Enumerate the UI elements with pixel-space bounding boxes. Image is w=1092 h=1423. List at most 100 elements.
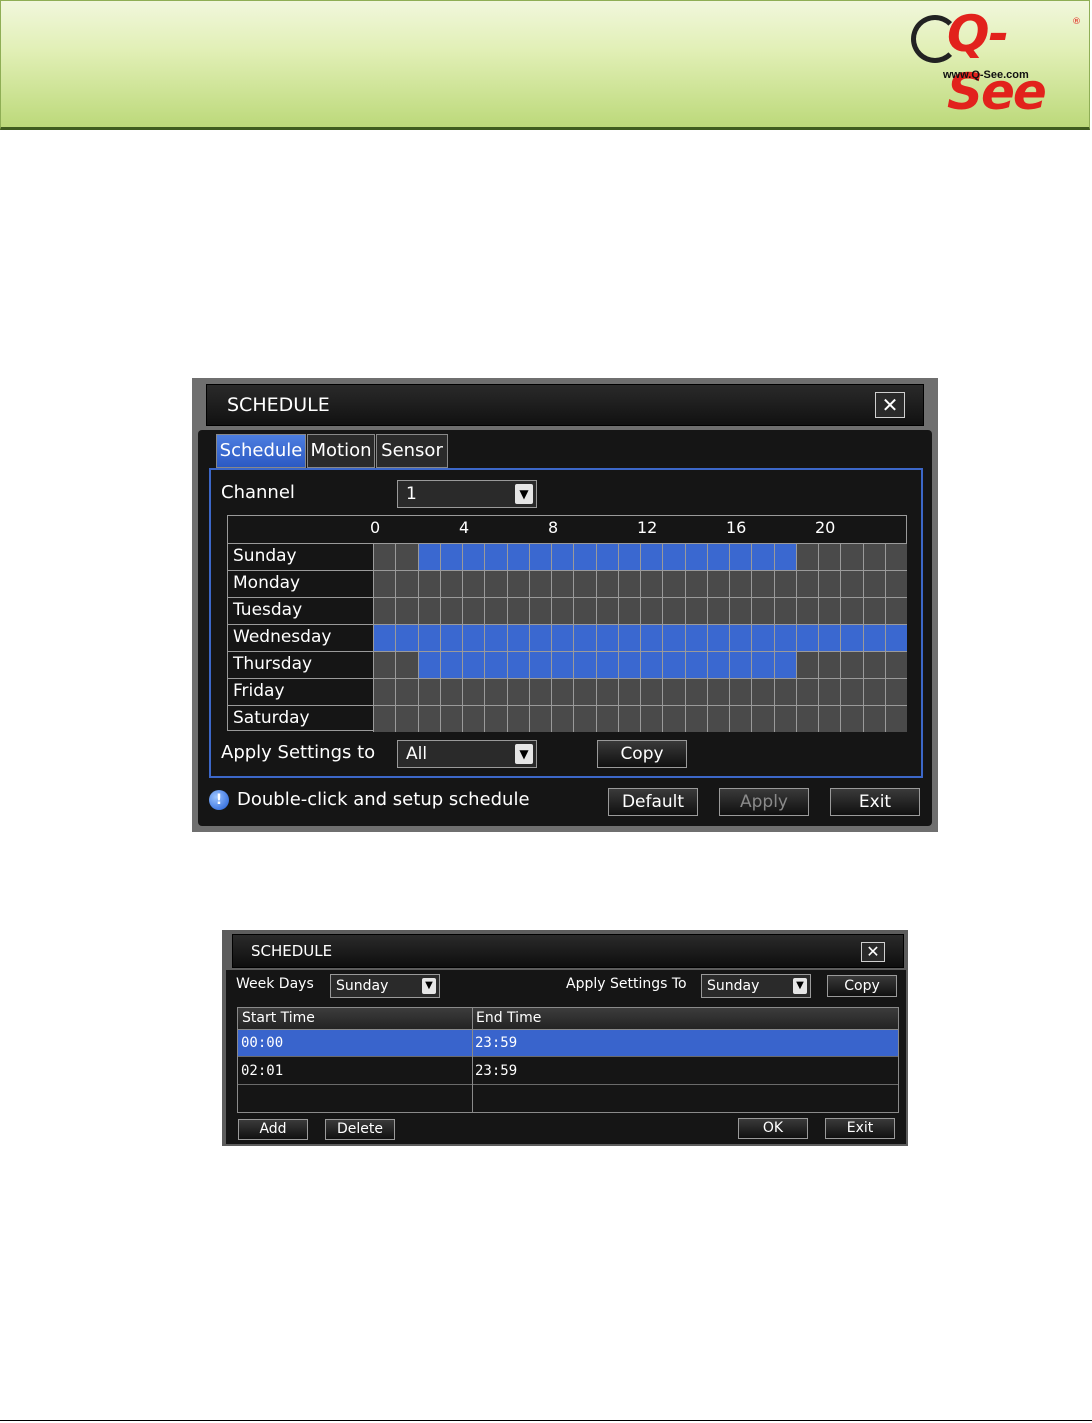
tab-schedule[interactable]: Schedule bbox=[216, 434, 306, 468]
schedule-cell[interactable] bbox=[417, 543, 440, 570]
schedule-cell[interactable] bbox=[706, 543, 729, 570]
apply-settings-select[interactable]: All ▼ bbox=[397, 740, 537, 768]
tab-sensor[interactable]: Sensor bbox=[376, 434, 448, 468]
schedule-cell[interactable] bbox=[551, 651, 574, 678]
schedule-cell[interactable] bbox=[640, 597, 663, 624]
schedule-cell[interactable] bbox=[573, 543, 596, 570]
schedule-cell[interactable] bbox=[617, 651, 640, 678]
schedule-cell[interactable] bbox=[439, 678, 462, 705]
apply-button[interactable]: Apply bbox=[719, 788, 809, 816]
schedule-cell[interactable] bbox=[439, 705, 462, 732]
schedule-cell[interactable] bbox=[640, 705, 663, 732]
schedule-cell[interactable] bbox=[795, 624, 818, 651]
schedule-cell[interactable] bbox=[795, 651, 818, 678]
schedule-cell[interactable] bbox=[884, 651, 907, 678]
schedule-cell[interactable] bbox=[840, 597, 863, 624]
schedule-cell[interactable] bbox=[506, 624, 529, 651]
schedule-cell[interactable] bbox=[395, 678, 418, 705]
schedule-cell[interactable] bbox=[862, 543, 885, 570]
default-button[interactable]: Default bbox=[608, 788, 698, 816]
schedule-cell[interactable] bbox=[462, 570, 485, 597]
schedule-cell[interactable] bbox=[729, 705, 752, 732]
table-row[interactable]: 02:01 23:59 bbox=[238, 1058, 898, 1085]
schedule-cell[interactable] bbox=[551, 543, 574, 570]
schedule-cell[interactable] bbox=[528, 543, 551, 570]
schedule-cell[interactable] bbox=[528, 624, 551, 651]
schedule-cell[interactable] bbox=[862, 651, 885, 678]
schedule-cell[interactable] bbox=[373, 543, 396, 570]
schedule-cell[interactable] bbox=[818, 570, 841, 597]
schedule-cell[interactable] bbox=[640, 624, 663, 651]
schedule-cell[interactable] bbox=[373, 570, 396, 597]
schedule-cell[interactable] bbox=[706, 678, 729, 705]
schedule-cell[interactable] bbox=[751, 651, 774, 678]
schedule-cell[interactable] bbox=[417, 624, 440, 651]
schedule-cell[interactable] bbox=[751, 570, 774, 597]
schedule-cell[interactable] bbox=[439, 570, 462, 597]
schedule-cell[interactable] bbox=[373, 597, 396, 624]
schedule-cell[interactable] bbox=[617, 705, 640, 732]
schedule-cell[interactable] bbox=[573, 624, 596, 651]
schedule-cell[interactable] bbox=[617, 570, 640, 597]
schedule-cell[interactable] bbox=[551, 597, 574, 624]
schedule-cell[interactable] bbox=[528, 651, 551, 678]
schedule-cell[interactable] bbox=[751, 624, 774, 651]
schedule-cell[interactable] bbox=[551, 624, 574, 651]
schedule-cell[interactable] bbox=[706, 597, 729, 624]
schedule-cell[interactable] bbox=[417, 705, 440, 732]
schedule-cell[interactable] bbox=[439, 624, 462, 651]
schedule-cell[interactable] bbox=[884, 543, 907, 570]
schedule-cell[interactable] bbox=[729, 570, 752, 597]
schedule-cell[interactable] bbox=[662, 651, 685, 678]
schedule-cell[interactable] bbox=[729, 597, 752, 624]
schedule-cell[interactable] bbox=[751, 597, 774, 624]
schedule-cell[interactable] bbox=[818, 705, 841, 732]
schedule-cell[interactable] bbox=[684, 570, 707, 597]
schedule-cell[interactable] bbox=[862, 597, 885, 624]
schedule-cell[interactable] bbox=[684, 543, 707, 570]
schedule-cell[interactable] bbox=[484, 570, 507, 597]
schedule-cell[interactable] bbox=[484, 543, 507, 570]
schedule-cell[interactable] bbox=[751, 678, 774, 705]
channel-select[interactable]: 1 ▼ bbox=[397, 480, 537, 508]
schedule-cell[interactable] bbox=[751, 543, 774, 570]
copy-button[interactable]: Copy bbox=[827, 975, 897, 997]
schedule-cell[interactable] bbox=[439, 597, 462, 624]
schedule-cell[interactable] bbox=[773, 597, 796, 624]
schedule-cell[interactable] bbox=[595, 705, 618, 732]
schedule-cell[interactable] bbox=[395, 705, 418, 732]
schedule-cell[interactable] bbox=[373, 678, 396, 705]
schedule-cell[interactable] bbox=[773, 624, 796, 651]
schedule-cell[interactable] bbox=[640, 651, 663, 678]
schedule-cell[interactable] bbox=[840, 624, 863, 651]
schedule-cell[interactable] bbox=[617, 543, 640, 570]
schedule-cell[interactable] bbox=[840, 570, 863, 597]
schedule-cell[interactable] bbox=[773, 678, 796, 705]
schedule-cell[interactable] bbox=[617, 597, 640, 624]
schedule-cell[interactable] bbox=[417, 651, 440, 678]
schedule-cell[interactable] bbox=[573, 597, 596, 624]
schedule-cell[interactable] bbox=[884, 678, 907, 705]
schedule-cell[interactable] bbox=[462, 651, 485, 678]
schedule-cell[interactable] bbox=[795, 705, 818, 732]
schedule-cell[interactable] bbox=[818, 624, 841, 651]
ok-button[interactable]: OK bbox=[738, 1118, 808, 1139]
schedule-cell[interactable] bbox=[617, 678, 640, 705]
schedule-cell[interactable] bbox=[506, 705, 529, 732]
schedule-cell[interactable] bbox=[506, 597, 529, 624]
schedule-cell[interactable] bbox=[729, 651, 752, 678]
schedule-cell[interactable] bbox=[684, 651, 707, 678]
schedule-cell[interactable] bbox=[595, 678, 618, 705]
schedule-cell[interactable] bbox=[662, 678, 685, 705]
schedule-cell[interactable] bbox=[506, 651, 529, 678]
schedule-cell[interactable] bbox=[818, 651, 841, 678]
close-icon[interactable]: ✕ bbox=[861, 942, 885, 962]
schedule-cell[interactable] bbox=[862, 705, 885, 732]
schedule-cell[interactable] bbox=[662, 705, 685, 732]
schedule-cell[interactable] bbox=[840, 543, 863, 570]
schedule-cell[interactable] bbox=[439, 543, 462, 570]
schedule-cell[interactable] bbox=[528, 597, 551, 624]
schedule-cell[interactable] bbox=[551, 678, 574, 705]
schedule-cell[interactable] bbox=[706, 705, 729, 732]
exit-button[interactable]: Exit bbox=[830, 788, 920, 816]
